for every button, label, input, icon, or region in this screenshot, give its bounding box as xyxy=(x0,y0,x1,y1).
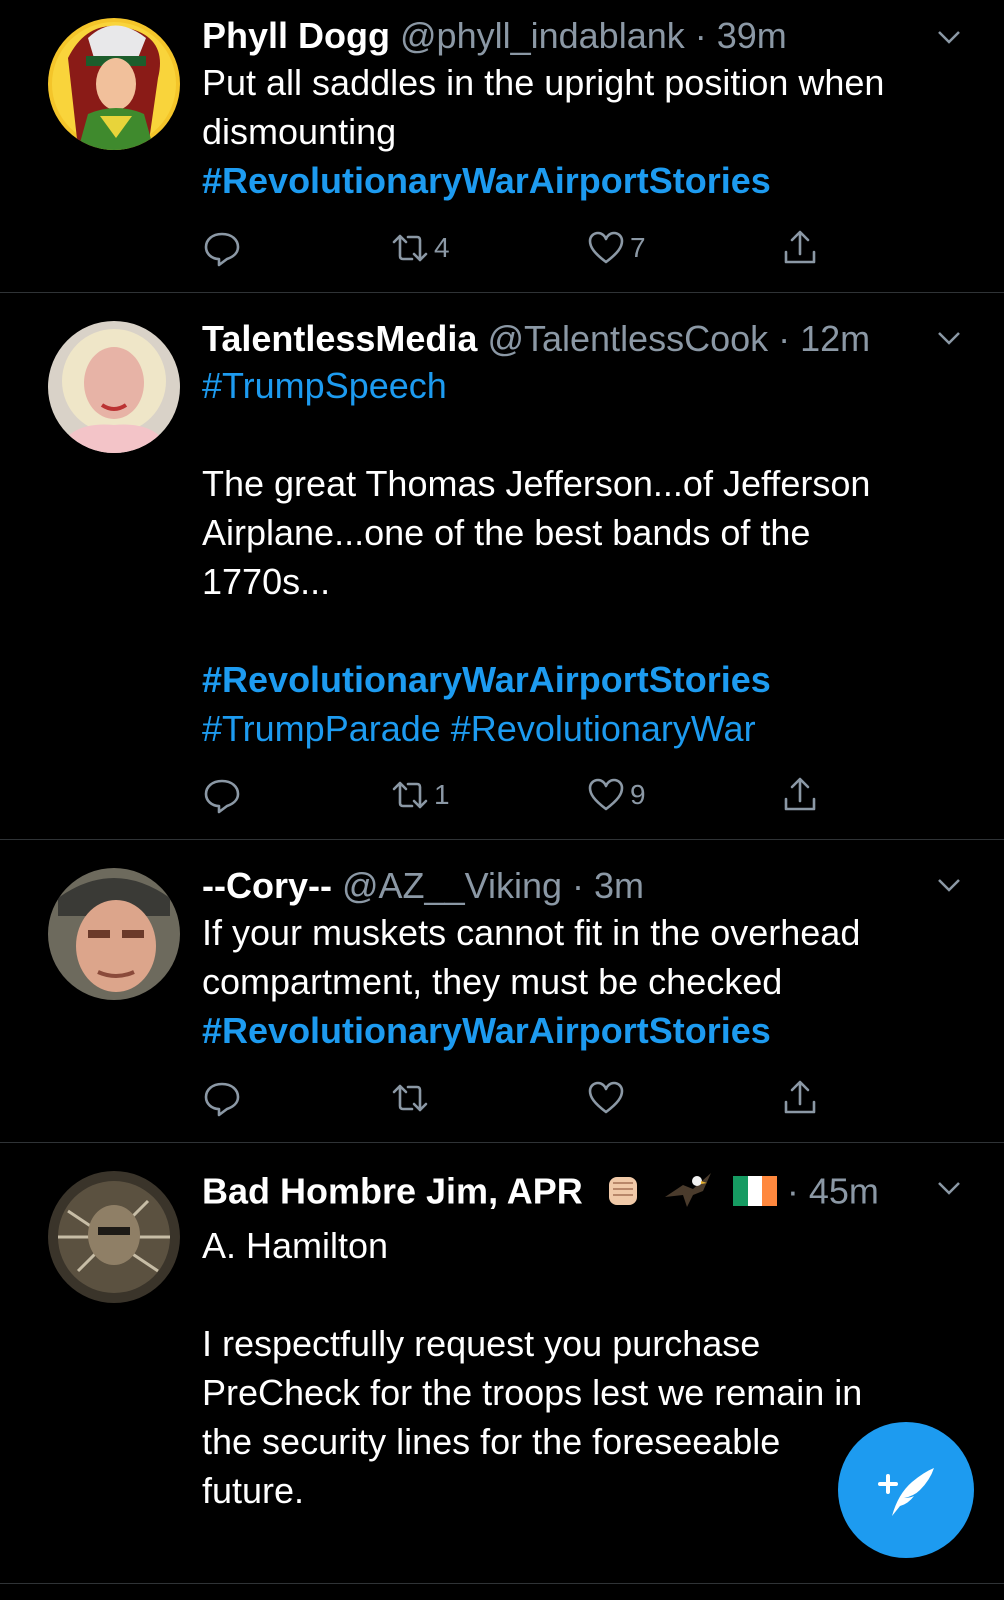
like-button[interactable]: 7 xyxy=(586,226,646,270)
heart-icon xyxy=(588,231,624,264)
retweet-button[interactable]: 4 xyxy=(390,226,450,270)
retweet-icon xyxy=(392,1084,428,1112)
separator: · xyxy=(786,1170,809,1212)
separator: · xyxy=(562,865,594,906)
heart-icon xyxy=(588,1081,624,1114)
like-button[interactable] xyxy=(586,1076,630,1120)
tweet-header: --Cory-- @AZ__Viking · 3m xyxy=(202,864,964,908)
tweet-line: I respectfully request you purchase xyxy=(202,1323,761,1364)
like-count: 9 xyxy=(630,779,646,810)
tweet-line: Airplane...one of the best bands of the xyxy=(202,512,811,553)
timestamp[interactable]: 45m xyxy=(809,1171,879,1212)
share-icon xyxy=(784,777,816,811)
avatar[interactable] xyxy=(48,868,180,1000)
tweet-card[interactable]: TalentlessMedia @TalentlessCook · 12m #T… xyxy=(0,293,1004,840)
tweet-text: #TrumpSpeech The great Thomas Jefferson.… xyxy=(202,361,964,753)
hashtag-link[interactable]: #RevolutionaryWarAirportStories xyxy=(202,160,771,201)
tweet-line: dismounting xyxy=(202,111,397,152)
timestamp[interactable]: 39m xyxy=(717,15,787,56)
tweet-text: If your muskets cannot fit in the overhe… xyxy=(202,908,964,1055)
reply-button[interactable] xyxy=(202,226,242,270)
tweet-header: Bad Hombre Jim, APR · 45m xyxy=(202,1167,964,1221)
tweet-line: Put all saddles in the upright position … xyxy=(202,62,885,103)
heart-icon xyxy=(588,778,624,811)
timestamp[interactable]: 12m xyxy=(800,318,870,359)
timestamp[interactable]: 3m xyxy=(594,865,644,906)
tweet-actions xyxy=(202,1076,842,1120)
author-name[interactable]: Phyll Dogg xyxy=(202,15,390,56)
tweet-text: Put all saddles in the upright position … xyxy=(202,58,964,205)
tweet-line: PreCheck for the troops lest we remain i… xyxy=(202,1372,863,1413)
hashtag-link[interactable]: #RevolutionaryWarAirportStories xyxy=(202,1010,771,1051)
tweet-card[interactable]: Phyll Dogg @phyll_indablank · 39m Put al… xyxy=(0,0,1004,293)
avatar[interactable] xyxy=(48,1171,180,1303)
eagle-emoji-icon xyxy=(663,1167,715,1221)
retweet-button[interactable]: 1 xyxy=(390,773,450,817)
tweet-line: A. Hamilton xyxy=(202,1225,389,1266)
author-handle[interactable]: @TalentlessCook xyxy=(487,318,768,359)
retweet-count: 4 xyxy=(434,232,450,263)
avatar[interactable] xyxy=(48,18,180,150)
chevron-down-icon[interactable] xyxy=(934,323,964,353)
separator: · xyxy=(768,318,801,359)
share-icon xyxy=(784,1080,816,1114)
retweet-button[interactable] xyxy=(390,1076,434,1120)
reply-icon xyxy=(204,232,240,267)
tweet-line: If your muskets cannot fit in the overhe… xyxy=(202,912,861,953)
share-button[interactable] xyxy=(780,226,820,270)
tweet-header: Phyll Dogg @phyll_indablank · 39m xyxy=(202,14,964,58)
author-handle[interactable]: @AZ__Viking xyxy=(342,865,562,906)
hashtag-link[interactable]: #TrumpParade #RevolutionaryWar xyxy=(202,708,756,749)
tweet-line: the security lines for the foreseeable xyxy=(202,1421,781,1462)
ireland-flag-icon xyxy=(732,1172,777,1216)
reply-icon xyxy=(204,1082,240,1117)
tweet-header: TalentlessMedia @TalentlessCook · 12m xyxy=(202,317,964,361)
tweet-line: future. xyxy=(202,1470,305,1511)
compose-tweet-button[interactable] xyxy=(838,1422,974,1558)
tweet-line: compartment, they must be checked xyxy=(202,961,783,1002)
hashtag-link[interactable]: #TrumpSpeech xyxy=(202,365,447,406)
share-icon xyxy=(784,230,816,264)
fist-emoji-icon xyxy=(601,1167,645,1221)
retweet-icon xyxy=(392,234,428,262)
share-button[interactable] xyxy=(780,773,820,817)
author-name[interactable]: TalentlessMedia xyxy=(202,318,477,359)
chevron-down-icon[interactable] xyxy=(934,22,964,52)
compose-icon xyxy=(878,1468,934,1516)
reply-button[interactable] xyxy=(202,773,242,817)
tweet-actions: 4 7 xyxy=(202,226,842,270)
like-count: 7 xyxy=(630,232,646,263)
timeline-feed: Phyll Dogg @phyll_indablank · 39m Put al… xyxy=(0,0,1004,1584)
hashtag-link[interactable]: #RevolutionaryWarAirportStories xyxy=(202,659,771,700)
like-button[interactable]: 9 xyxy=(586,773,646,817)
avatar[interactable] xyxy=(48,321,180,453)
tweet-card[interactable]: --Cory-- @AZ__Viking · 3m If your musket… xyxy=(0,840,1004,1143)
retweet-icon xyxy=(392,781,428,809)
tweet-actions: 1 9 xyxy=(202,773,842,817)
reply-icon xyxy=(204,779,240,814)
separator: · xyxy=(684,15,717,56)
author-handle[interactable]: @phyll_indablank xyxy=(400,15,685,56)
share-button[interactable] xyxy=(780,1076,820,1120)
author-name[interactable]: --Cory-- xyxy=(202,865,332,906)
reply-button[interactable] xyxy=(202,1076,242,1120)
author-name[interactable]: Bad Hombre Jim, APR xyxy=(202,1171,583,1212)
tweet-line: The great Thomas Jefferson...of Jefferso… xyxy=(202,463,871,504)
retweet-count: 1 xyxy=(434,779,450,810)
chevron-down-icon[interactable] xyxy=(934,870,964,900)
chevron-down-icon[interactable] xyxy=(934,1173,964,1203)
tweet-line: 1770s... xyxy=(202,561,331,602)
